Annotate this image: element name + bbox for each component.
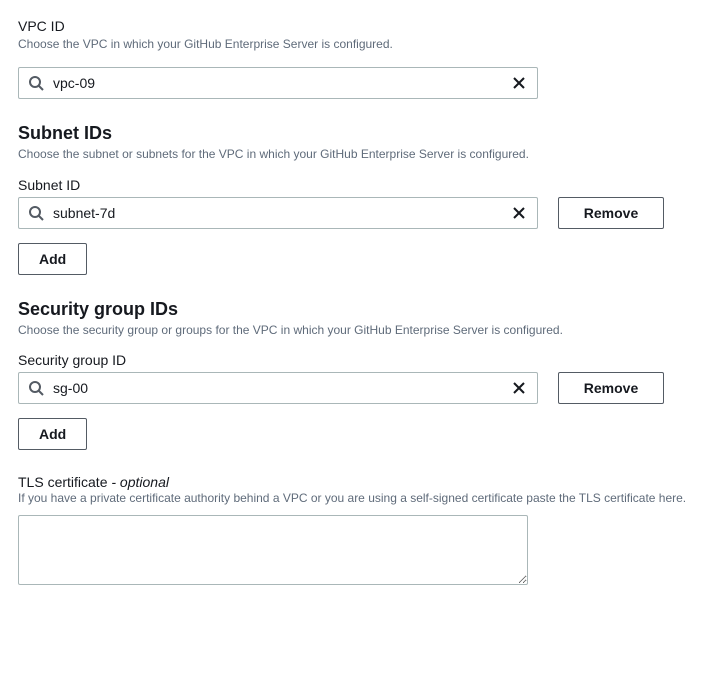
security-group-id-input[interactable] (18, 372, 538, 404)
tls-certificate-desc: If you have a private certificate author… (18, 490, 703, 507)
security-group-id-label: Security group ID (18, 352, 703, 368)
add-subnet-button[interactable]: Add (18, 243, 87, 275)
tls-certificate-section: TLS certificate - optional If you have a… (18, 474, 703, 588)
vpc-id-input-wrap (18, 67, 538, 99)
security-group-ids-section: Security group IDs Choose the security g… (18, 299, 703, 451)
security-group-id-input-wrap (18, 372, 538, 404)
subnet-id-input[interactable] (18, 197, 538, 229)
security-group-ids-heading: Security group IDs (18, 299, 703, 320)
vpc-id-input[interactable] (18, 67, 538, 99)
tls-label-main: TLS certificate (18, 474, 107, 490)
remove-security-group-button[interactable]: Remove (558, 372, 664, 404)
tls-certificate-label: TLS certificate - optional (18, 474, 703, 490)
tls-label-optional: - optional (107, 474, 168, 490)
subnet-ids-section: Subnet IDs Choose the subnet or subnets … (18, 123, 703, 275)
vpc-id-desc: Choose the VPC in which your GitHub Ente… (18, 36, 703, 53)
subnet-id-label: Subnet ID (18, 177, 703, 193)
clear-icon[interactable] (508, 377, 530, 399)
add-security-group-button[interactable]: Add (18, 418, 87, 450)
clear-icon[interactable] (508, 72, 530, 94)
clear-icon[interactable] (508, 202, 530, 224)
subnet-id-input-wrap (18, 197, 538, 229)
remove-subnet-button[interactable]: Remove (558, 197, 664, 229)
vpc-id-section: VPC ID Choose the VPC in which your GitH… (18, 18, 703, 99)
subnet-ids-desc: Choose the subnet or subnets for the VPC… (18, 146, 703, 163)
vpc-id-label: VPC ID (18, 18, 703, 34)
subnet-ids-heading: Subnet IDs (18, 123, 703, 144)
tls-certificate-textarea[interactable] (18, 515, 528, 585)
security-group-ids-desc: Choose the security group or groups for … (18, 322, 703, 339)
